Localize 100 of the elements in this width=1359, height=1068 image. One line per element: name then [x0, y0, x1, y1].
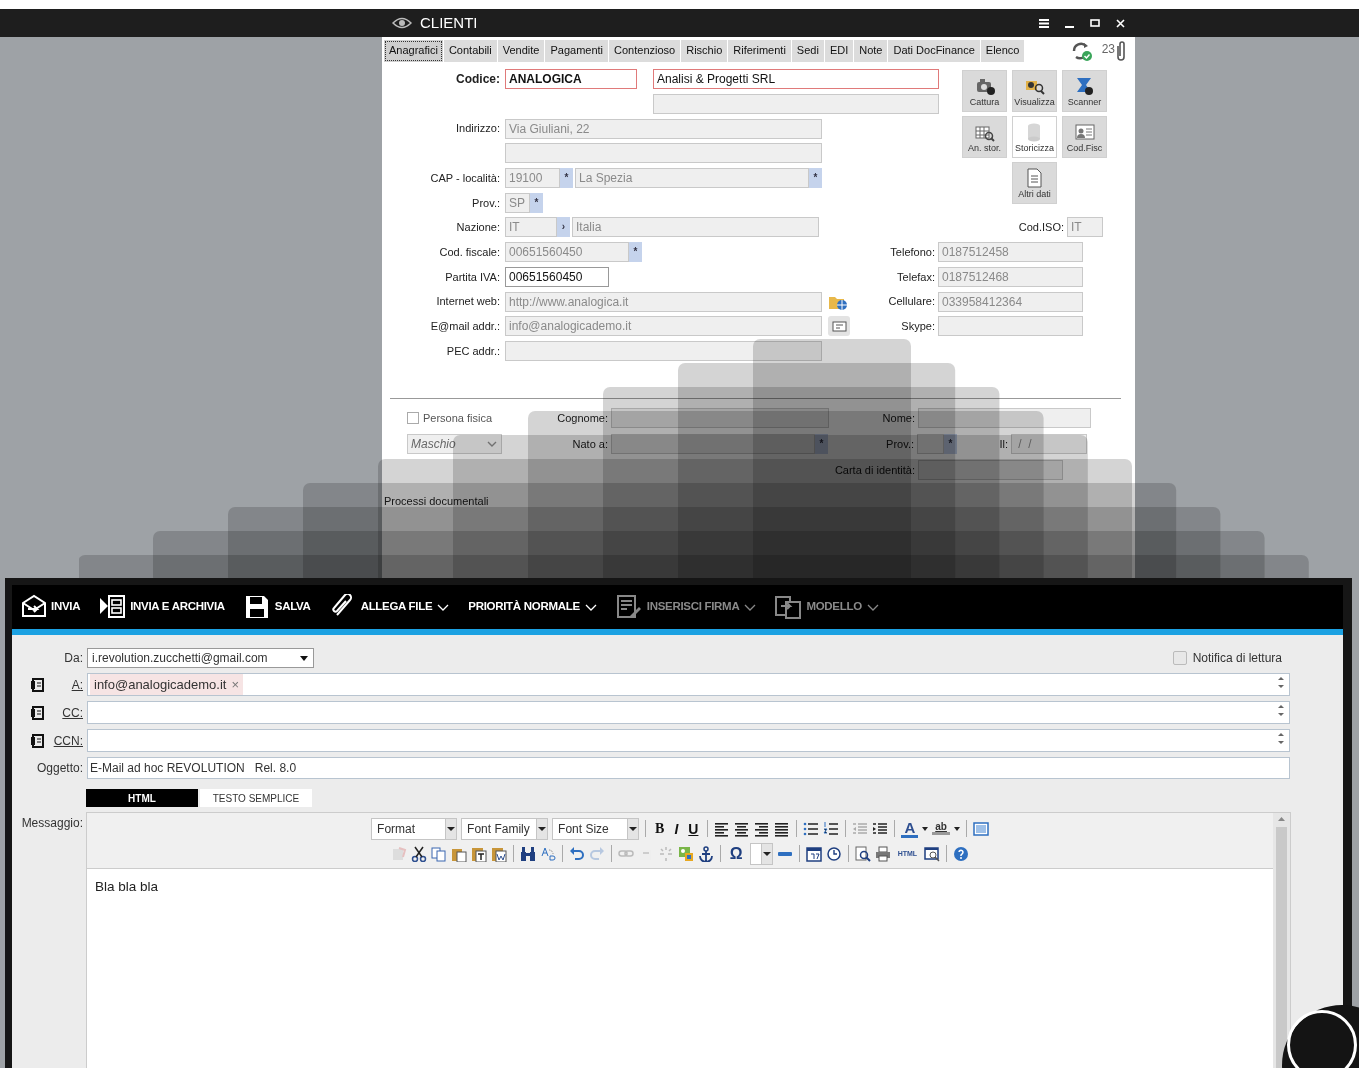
preview-icon[interactable] [854, 845, 871, 862]
input-field[interactable] [611, 408, 829, 429]
anchor-icon[interactable] [697, 845, 714, 862]
paperclip-icon[interactable] [1115, 39, 1127, 62]
address-book-icon[interactable] [30, 705, 44, 720]
toolbar-button[interactable]: PRIORITÀ NORMALE [468, 598, 597, 616]
bullet-list-icon[interactable] [803, 820, 820, 837]
special-character-button[interactable]: Ω [726, 845, 746, 862]
tab[interactable]: HTML [86, 789, 198, 807]
toolbar-button[interactable]: Cod.Fisc [1062, 116, 1107, 158]
dropdown-select[interactable] [749, 842, 773, 865]
address-book-icon[interactable] [30, 733, 44, 748]
bold-button[interactable]: B [652, 821, 668, 836]
dropdown-select[interactable]: Format [371, 817, 458, 840]
input-field[interactable] [611, 434, 815, 455]
checkbox[interactable] [407, 412, 419, 425]
align-right-icon[interactable] [754, 820, 771, 837]
indent-icon[interactable] [872, 820, 889, 837]
image-icon[interactable] [677, 845, 694, 862]
address-book-icon[interactable] [30, 677, 44, 692]
menu-icon[interactable] [1039, 18, 1049, 28]
tab[interactable]: TESTO SEMPLICE [200, 789, 312, 807]
dropdown-select[interactable]: Font Size [552, 817, 640, 840]
italic-button[interactable]: I [671, 821, 682, 836]
input-field[interactable] [653, 94, 939, 115]
checkbox[interactable] [1172, 651, 1187, 665]
scrollbar[interactable] [1273, 813, 1290, 1068]
toolbar-button[interactable]: Altri dati [1012, 162, 1057, 204]
scroll-up-icon[interactable] [1278, 816, 1285, 821]
tab[interactable]: Pagamenti [545, 39, 609, 62]
scroll-arrows-icon[interactable] [1277, 704, 1285, 717]
toolbar-button[interactable]: SALVA [243, 594, 311, 620]
tab[interactable]: Dati DocFinance [888, 39, 980, 62]
highlight-button[interactable]: ab [932, 822, 950, 835]
tab[interactable]: Vendite [497, 39, 545, 62]
help-icon[interactable] [953, 845, 970, 862]
scroll-arrows-icon[interactable] [1277, 732, 1285, 745]
recipient-field[interactable]: info@analogicademo.it × [87, 673, 1290, 696]
tab[interactable]: EDI [824, 39, 854, 62]
dropdown-select[interactable]: Font Family [461, 817, 549, 840]
toolbar-button[interactable]: INVIA E ARCHIVIA [99, 594, 225, 620]
printer-icon[interactable] [874, 845, 891, 862]
input-field[interactable]: 00651560450 [505, 266, 609, 287]
tab[interactable]: Rischio [681, 39, 728, 62]
gender-select[interactable]: Maschio [407, 434, 502, 455]
caret-icon[interactable] [953, 826, 960, 831]
align-left-icon[interactable] [714, 820, 731, 837]
lookup-button[interactable]: › [557, 217, 570, 238]
input-field[interactable] [917, 434, 944, 455]
recipient-link[interactable]: A: [71, 675, 83, 694]
tab[interactable]: Note [854, 39, 888, 62]
toolbar-button[interactable]: Visualizza [1012, 70, 1057, 112]
font-color-button[interactable]: A [901, 819, 919, 838]
recipient-link[interactable]: CCN: [53, 731, 83, 750]
toolbar-button[interactable]: Cattura [962, 70, 1007, 112]
close-icon[interactable] [1116, 18, 1125, 28]
lookup-button[interactable]: * [629, 242, 642, 263]
remove-button[interactable]: × [231, 674, 240, 695]
input-field[interactable] [918, 460, 1063, 481]
paste-document-icon[interactable] [490, 845, 507, 862]
tab[interactable]: Anagrafici [384, 39, 443, 62]
toolbar-button[interactable]: ALLEGA FILE [329, 594, 450, 620]
input-field[interactable]: ANALOGICA [505, 69, 637, 90]
recipient-link[interactable]: CC: [62, 703, 83, 722]
paste-text-icon[interactable] [470, 845, 487, 862]
binoculars-icon[interactable] [519, 845, 536, 862]
tab[interactable]: Contabili [443, 39, 497, 62]
scroll-arrows-icon[interactable] [1277, 676, 1285, 689]
toolbar-button[interactable]: Scanner [1062, 70, 1107, 112]
underline-button[interactable]: U [685, 821, 702, 836]
envelope-card-icon[interactable] [828, 316, 850, 337]
scissors-icon[interactable] [410, 845, 427, 862]
subject-field[interactable]: E-Mail ad hoc REVOLUTION Rel. 8.0 [87, 757, 1290, 779]
input-field[interactable] [505, 340, 822, 361]
lookup-button[interactable]: * [809, 168, 822, 189]
justify-icon[interactable] [774, 820, 791, 837]
panel-icon[interactable] [972, 820, 989, 837]
window-search-icon[interactable] [924, 845, 941, 862]
sender-select[interactable]: i.revolution.zucchetti@gmail.com [87, 648, 314, 668]
caret-icon[interactable] [922, 826, 929, 831]
calendar-icon[interactable] [805, 845, 822, 862]
toolbar-button[interactable]: An. stor. [962, 116, 1007, 158]
tab[interactable]: Contenzioso [609, 39, 681, 62]
tab[interactable]: Elenco [980, 39, 1025, 62]
lookup-button[interactable]: * [530, 192, 543, 213]
toolbar-button[interactable]: INVIA [20, 594, 81, 620]
align-center-icon[interactable] [734, 820, 751, 837]
maximize-icon[interactable] [1090, 19, 1100, 27]
numbered-list-icon[interactable] [823, 820, 840, 837]
input-field[interactable] [918, 408, 1091, 429]
undo-icon[interactable] [568, 845, 585, 862]
input-field[interactable] [938, 316, 1083, 337]
tab[interactable]: Riferimenti [728, 39, 791, 62]
input-field[interactable]: Analisi & Progetti SRL [653, 69, 939, 90]
tab[interactable]: Sedi [791, 39, 824, 62]
clock-icon[interactable] [825, 845, 842, 862]
recipient-field[interactable] [87, 729, 1290, 752]
recipient-field[interactable] [87, 701, 1290, 724]
lookup-button[interactable]: * [560, 168, 573, 189]
input-field[interactable] [505, 143, 822, 164]
